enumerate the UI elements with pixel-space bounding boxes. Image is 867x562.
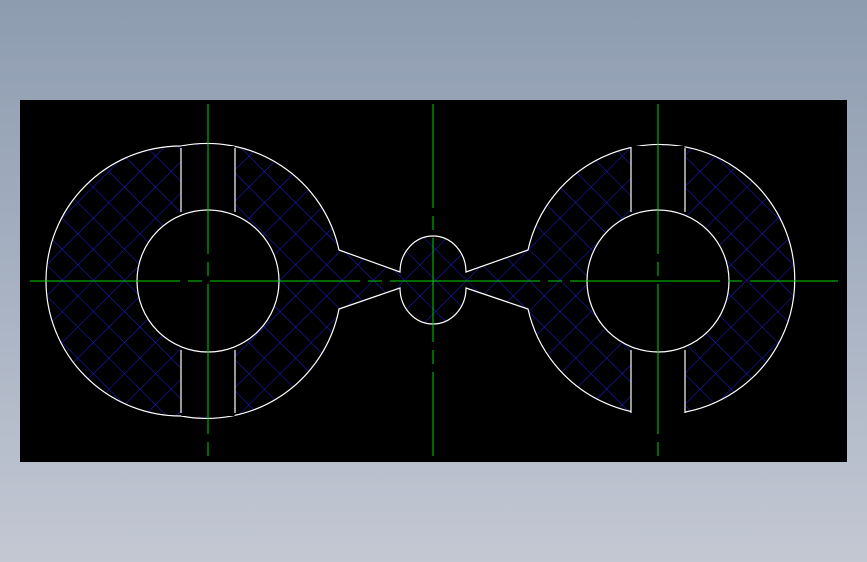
cad-drawing (30, 104, 838, 456)
